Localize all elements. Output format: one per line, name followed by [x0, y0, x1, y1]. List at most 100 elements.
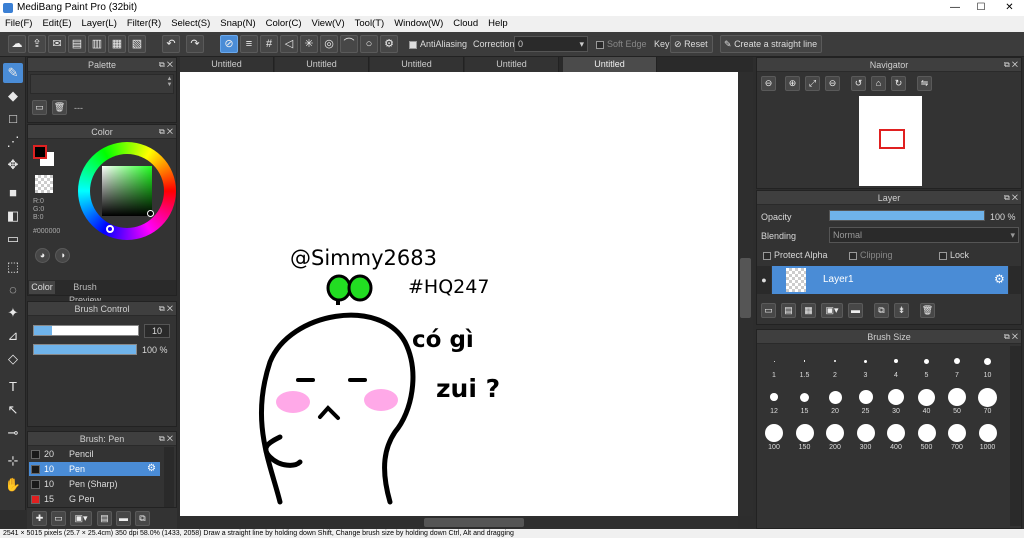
duplicate-layer-icon[interactable]: ⧉: [874, 303, 889, 318]
layer-visibility-icon[interactable]: ●: [757, 266, 771, 294]
cloud-icon[interactable]: ☁: [8, 35, 26, 53]
brush-doc-icon[interactable]: ▤: [97, 511, 112, 526]
tab-document-5[interactable]: Untitled: [563, 57, 657, 72]
menu-filter[interactable]: Filter(R): [122, 16, 166, 32]
transparent-color-swatch[interactable]: [35, 175, 53, 193]
brush-size-option[interactable]: 150: [790, 422, 820, 456]
tab-document-4[interactable]: Untitled: [465, 57, 559, 72]
export-icon[interactable]: ▧: [128, 35, 146, 53]
zoom-in-icon[interactable]: ⊕: [785, 76, 800, 91]
brush-size-option[interactable]: 25: [851, 386, 881, 420]
pages-icon[interactable]: ▦: [108, 35, 126, 53]
canvas-horizontal-scrollbar[interactable]: [180, 516, 738, 529]
panel-close-icon[interactable]: ⧉ ✕: [1004, 58, 1018, 72]
brush-size-option[interactable]: 40: [912, 386, 942, 420]
panel-close-icon[interactable]: ⧉ ✕: [159, 432, 173, 446]
canvas-vertical-scrollbar[interactable]: [738, 72, 753, 516]
menu-tool[interactable]: Tool(T): [350, 16, 390, 32]
tab-document-2[interactable]: Untitled: [275, 57, 369, 72]
select-pen-tool-icon[interactable]: ⊿: [3, 326, 23, 346]
zoom-out-icon[interactable]: ⊖: [825, 76, 840, 91]
close-button[interactable]: ✕: [995, 0, 1024, 16]
copy-icon[interactable]: ⧉: [135, 511, 150, 526]
foreground-color-swatch[interactable]: [33, 145, 47, 159]
hand-tool-icon[interactable]: ✋: [3, 475, 23, 495]
reset-button[interactable]: ⊘ Reset: [670, 35, 713, 53]
blending-dropdown[interactable]: Normal ▾: [829, 227, 1019, 243]
color-palette-icon[interactable]: ◕: [35, 248, 50, 263]
snap-off-icon[interactable]: ⊘: [220, 35, 238, 53]
brush-size-value[interactable]: 10: [144, 324, 170, 338]
saturation-square[interactable]: [102, 166, 152, 216]
layer-scrollbar[interactable]: [1009, 266, 1021, 294]
brush-size-option[interactable]: 20: [820, 386, 850, 420]
dropper-tool-icon[interactable]: ⊹: [3, 451, 23, 471]
clipping-checkbox[interactable]: [849, 251, 857, 260]
drawing-canvas[interactable]: @Simmy2683 #HQ247 có gì zui ?: [180, 72, 738, 516]
delete-layer-icon[interactable]: 🗑: [920, 303, 935, 318]
parallel-snap-icon[interactable]: ≡: [240, 35, 258, 53]
gradient-tool-icon[interactable]: ▭: [3, 229, 23, 249]
antialiasing-checkbox[interactable]: [409, 40, 417, 49]
comment-icon[interactable]: ✉: [48, 35, 66, 53]
new-layer-icon[interactable]: ▤: [781, 303, 796, 318]
hue-wheel[interactable]: [78, 142, 176, 240]
panel-close-icon[interactable]: ⧉ ✕: [159, 125, 173, 139]
scroll-arrows-icon[interactable]: ▲ ▼: [165, 76, 174, 92]
hue-handle[interactable]: [106, 225, 114, 233]
layer-doc-icon[interactable]: ▦: [801, 303, 816, 318]
brush-list-scrollbar[interactable]: [164, 447, 174, 507]
menu-file[interactable]: File(F): [0, 16, 37, 32]
brush-size-option[interactable]: 1.5: [790, 350, 820, 384]
brush-size-option[interactable]: 500: [912, 422, 942, 456]
maximize-button[interactable]: ☐: [968, 0, 994, 16]
menu-view[interactable]: View(V): [307, 16, 350, 32]
folder-icon[interactable]: ▬: [116, 511, 131, 526]
ellipse-snap-icon[interactable]: ○: [360, 35, 378, 53]
tab-document-1[interactable]: Untitled: [180, 57, 274, 72]
eraser-tool-icon[interactable]: ◆: [3, 86, 23, 106]
add-brush-icon[interactable]: ✚: [32, 511, 47, 526]
curve-snap-icon[interactable]: ⌒: [340, 35, 358, 53]
brush-size-option[interactable]: 12: [759, 386, 789, 420]
menu-help[interactable]: Help: [483, 16, 513, 32]
magic-wand-tool-icon[interactable]: ✦: [3, 303, 23, 323]
add-layer-icon[interactable]: ▭: [761, 303, 776, 318]
text-tool-icon[interactable]: T: [3, 377, 23, 397]
bucket-tool-icon[interactable]: ◧: [3, 206, 23, 226]
layer-opacity-slider[interactable]: [829, 210, 985, 221]
document-icon[interactable]: ▤: [68, 35, 86, 53]
page-icon[interactable]: ▥: [88, 35, 106, 53]
rectangle-tool-icon[interactable]: □: [3, 109, 23, 129]
menu-window[interactable]: Window(W): [389, 16, 448, 32]
move-tool-icon[interactable]: ✥: [3, 155, 23, 175]
menu-edit[interactable]: Edit(E): [37, 16, 76, 32]
menu-cloud[interactable]: Cloud: [448, 16, 483, 32]
horizontal-scroll-thumb[interactable]: [424, 518, 524, 527]
layer-menu-icon[interactable]: ▣▾: [821, 303, 843, 318]
lock-checkbox[interactable]: [939, 251, 947, 260]
brush-size-option[interactable]: 200: [820, 422, 850, 456]
brush-size-option[interactable]: 400: [881, 422, 911, 456]
brush-menu-icon[interactable]: ▣▾: [70, 511, 92, 526]
protect-alpha-checkbox[interactable]: [763, 251, 771, 260]
brush-size-option[interactable]: 2: [820, 350, 850, 384]
circle-snap-icon[interactable]: ◎: [320, 35, 338, 53]
layer-row[interactable]: Layer1 ⚙: [772, 266, 1008, 294]
straight-line-button[interactable]: ✎ Create a straight line: [720, 35, 823, 53]
navigator-viewport[interactable]: [879, 129, 905, 149]
brush-size-option[interactable]: 10: [973, 350, 1003, 384]
color-mix-icon[interactable]: ◑: [55, 248, 70, 263]
gear-icon[interactable]: ⚙: [147, 462, 156, 476]
brush-size-option[interactable]: 15: [790, 386, 820, 420]
brush-tool-icon[interactable]: ✎: [3, 63, 23, 83]
brush-opacity-slider[interactable]: [33, 344, 137, 355]
redo-icon[interactable]: ↷: [186, 35, 204, 53]
brush-size-option[interactable]: 7: [942, 350, 972, 384]
tab-document-3[interactable]: Untitled: [370, 57, 464, 72]
brush-size-option[interactable]: 5: [912, 350, 942, 384]
menu-snap[interactable]: Snap(N): [215, 16, 260, 32]
new-palette-icon[interactable]: ▭: [32, 100, 47, 115]
reset-view-icon[interactable]: ⌂: [871, 76, 886, 91]
soft-edge-checkbox[interactable]: [596, 40, 604, 49]
